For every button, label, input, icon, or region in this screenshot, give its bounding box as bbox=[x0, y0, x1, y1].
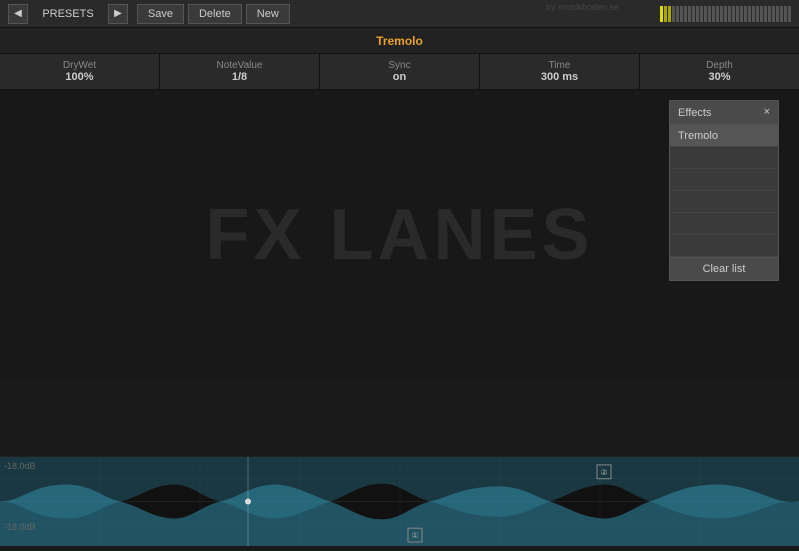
param-value-0: 100% bbox=[65, 71, 93, 83]
delete-button[interactable]: Delete bbox=[188, 4, 242, 24]
waveform-svg: ① ② bbox=[0, 457, 799, 546]
param-value-1: 1/8 bbox=[232, 71, 247, 83]
meter-bar bbox=[732, 6, 735, 22]
effects-header: Effects × bbox=[670, 101, 778, 125]
preset-next-button[interactable]: ▶ bbox=[108, 4, 128, 24]
meter-bar bbox=[660, 6, 663, 22]
fx-lanes-background: FX LANES bbox=[205, 194, 593, 276]
meter-bar bbox=[680, 6, 683, 22]
save-button[interactable]: Save bbox=[137, 4, 184, 24]
meter-bar bbox=[744, 6, 747, 22]
meter-bar bbox=[760, 6, 763, 22]
param-item-time[interactable]: Time 300 ms bbox=[480, 54, 640, 89]
param-value-4: 30% bbox=[708, 71, 730, 83]
prev-icon: ◀ bbox=[14, 8, 22, 19]
meter-bar bbox=[724, 6, 727, 22]
level-meter bbox=[660, 6, 791, 22]
param-name-2: Sync bbox=[388, 60, 410, 71]
meter-bar bbox=[764, 6, 767, 22]
new-button[interactable]: New bbox=[246, 4, 290, 24]
meter-bar bbox=[728, 6, 731, 22]
effects-panel: Effects × Tremolo Clear list bbox=[669, 100, 779, 281]
watermark: by mustkboden.se bbox=[546, 0, 619, 14]
meter-bar bbox=[716, 6, 719, 22]
meter-bar bbox=[712, 6, 715, 22]
effects-panel-title: Effects bbox=[678, 107, 711, 119]
top-bar: ◀ PRESETS ▶ Save Delete New by mustkbode… bbox=[0, 0, 799, 28]
meter-bar bbox=[780, 6, 783, 22]
meter-bar bbox=[708, 6, 711, 22]
meter-bar bbox=[688, 6, 691, 22]
params-bar: DryWet 100% NoteValue 1/8 Sync on Time 3… bbox=[0, 54, 799, 90]
waveform-area: -18.0dB -18.0dB ① ② bbox=[0, 456, 799, 546]
param-name-4: Depth bbox=[706, 60, 733, 71]
param-item-sync[interactable]: Sync on bbox=[320, 54, 480, 89]
param-name-3: Time bbox=[549, 60, 571, 71]
meter-bar bbox=[692, 6, 695, 22]
effect-item-3 bbox=[670, 191, 778, 213]
meter-bar bbox=[700, 6, 703, 22]
meter-bar bbox=[784, 6, 787, 22]
param-value-3: 300 ms bbox=[541, 71, 578, 83]
meter-bar bbox=[736, 6, 739, 22]
effect-item-2 bbox=[670, 169, 778, 191]
meter-bar bbox=[752, 6, 755, 22]
param-item-depth[interactable]: Depth 30% bbox=[640, 54, 799, 89]
svg-text:②: ② bbox=[600, 468, 607, 477]
clear-list-button[interactable]: Clear list bbox=[670, 257, 778, 280]
main-area: FX LANES Effects × Tremolo Clear list bbox=[0, 90, 799, 380]
meter-bar bbox=[696, 6, 699, 22]
meter-bar bbox=[756, 6, 759, 22]
effects-close-button[interactable]: × bbox=[764, 107, 770, 118]
effect-item-1 bbox=[670, 147, 778, 169]
meter-bar bbox=[664, 6, 667, 22]
param-name-1: NoteValue bbox=[217, 60, 263, 71]
meter-bar bbox=[684, 6, 687, 22]
title-bar: Tremolo bbox=[0, 28, 799, 54]
effect-item-4 bbox=[670, 213, 778, 235]
meter-bar bbox=[704, 6, 707, 22]
meter-bar bbox=[768, 6, 771, 22]
meter-bar bbox=[676, 6, 679, 22]
effect-item-5 bbox=[670, 235, 778, 257]
meter-bar bbox=[672, 6, 675, 22]
preset-prev-button[interactable]: ◀ bbox=[8, 4, 28, 24]
param-value-2: on bbox=[393, 71, 406, 83]
meter-bar bbox=[748, 6, 751, 22]
meter-bar bbox=[740, 6, 743, 22]
meter-bar bbox=[772, 6, 775, 22]
db-label-bottom: -18.0dB bbox=[4, 522, 36, 532]
meter-bar bbox=[668, 6, 671, 22]
effect-item-0[interactable]: Tremolo bbox=[670, 125, 778, 147]
presets-label: PRESETS bbox=[28, 8, 108, 20]
svg-text:①: ① bbox=[411, 531, 418, 540]
param-name-0: DryWet bbox=[63, 60, 96, 71]
param-item-drywet[interactable]: DryWet 100% bbox=[0, 54, 160, 89]
meter-bar bbox=[776, 6, 779, 22]
meter-bar bbox=[788, 6, 791, 22]
db-label-top: -18.0dB bbox=[4, 461, 36, 471]
param-item-notevalue[interactable]: NoteValue 1/8 bbox=[160, 54, 320, 89]
meter-bar bbox=[720, 6, 723, 22]
next-icon: ▶ bbox=[114, 8, 122, 19]
effects-list: Tremolo bbox=[670, 125, 778, 257]
effect-title: Tremolo bbox=[376, 34, 423, 48]
